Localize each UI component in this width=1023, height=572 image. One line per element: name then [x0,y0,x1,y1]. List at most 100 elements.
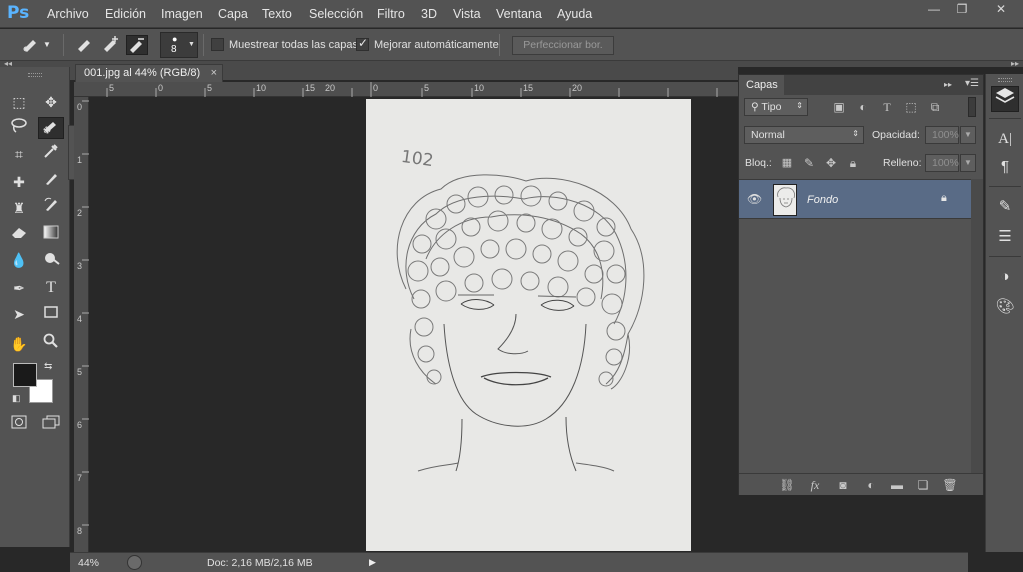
chevron-down-icon[interactable]: ▼ [40,35,54,55]
dodge-icon[interactable] [38,249,64,271]
menu-capa[interactable]: Capa [218,7,248,21]
layers-icon[interactable] [991,86,1019,112]
menu-imagen[interactable]: Imagen [161,7,203,21]
lock-transparent-icon[interactable]: ▦ [779,155,795,171]
options-bar: ▼ ● 8 ▼ Muestrear todas las capas Mejora… [0,29,1023,61]
menu-filtro[interactable]: Filtro [377,7,405,21]
new-layer-icon[interactable]: ❏ [915,477,931,493]
visibility-eye-icon[interactable]: 👁︎ [747,192,762,206]
new-selection-icon[interactable] [74,35,96,55]
fx-icon[interactable]: fx [807,477,823,493]
status-info-icon[interactable] [127,555,142,570]
filter-type-icon[interactable]: T [879,99,895,115]
mask-icon[interactable]: ◙ [835,477,851,493]
layer-row[interactable]: 👁︎ Fondo 🔒︎ [739,179,971,219]
document-tab-title: 001.jpg al 44% (RGB/8) [84,67,201,79]
sample-all-layers-checkbox[interactable] [211,38,224,51]
group-icon[interactable]: ▬ [889,477,905,493]
quick-mask-icon[interactable] [6,413,32,435]
hand-icon[interactable]: ✋ [6,333,32,355]
eraser-icon[interactable] [6,223,32,245]
expand-icon[interactable]: ▸▸ [1011,59,1019,68]
layer-thumbnail [773,184,797,216]
chevron-down-icon[interactable]: ▼ [960,126,976,144]
adjustment-layer-icon[interactable]: ◐ [863,477,879,493]
brush-icon[interactable] [38,171,64,193]
adjustments-icon[interactable]: ☰ [991,224,1019,250]
quick-selection-icon[interactable] [38,117,64,139]
gradient-icon[interactable] [38,223,64,245]
menu-edicion[interactable]: Edición [105,7,146,21]
marquee-icon[interactable]: ⬚ [6,91,32,113]
subtract-selection-icon[interactable] [126,35,148,55]
eyedropper-icon[interactable] [38,143,64,165]
zoom-level[interactable]: 44% [78,557,99,569]
fill-input[interactable]: 100% [925,154,959,172]
layers-footer: ⛓ fx ◙ ◐ ▬ ❏ 🗑︎ [739,473,983,495]
foreground-color-swatch[interactable] [13,363,37,387]
rectangle-icon[interactable] [38,303,64,325]
minimize-button[interactable]: — [920,1,948,19]
document-tab[interactable]: 001.jpg al 44% (RGB/8) × [75,64,223,82]
path-selection-icon[interactable]: ➤ [6,303,32,325]
restore-button[interactable]: ❐ [948,1,976,19]
tool-preset-icon[interactable] [20,35,42,55]
blur-icon[interactable]: 💧 [6,249,32,271]
stepper-icon: ⇕ [852,129,859,138]
crop-icon[interactable]: ⌗ [6,143,32,165]
pen-icon[interactable]: ✒ [6,277,32,299]
lock-all-icon[interactable]: 🔒︎ [845,155,861,171]
layer-filter-select[interactable]: ⚲ Tipo ⇕ [744,98,808,116]
refine-edge-button[interactable]: Perfeccionar bor. [512,36,614,55]
layers-scrollbar[interactable] [971,179,983,473]
menu-seleccion[interactable]: Selección [309,7,363,21]
history-brush-icon[interactable] [38,197,64,219]
close-icon[interactable]: × [211,67,217,79]
toolbox: ⬚ ✥ ⌗ ✚ ♜ 💧 ✒ T ➤ ✋ ⇆ ◧ [0,67,70,547]
lock-position-icon[interactable]: ✥ [823,155,839,171]
filter-smart-object-icon[interactable]: ⧉ [927,99,943,115]
layer-name[interactable]: Fondo [807,194,838,206]
filter-adjustment-icon[interactable]: ◐ [855,99,871,115]
document-image[interactable]: 102 [366,99,691,551]
filter-pixel-icon[interactable]: ▣ [831,99,847,115]
lasso-icon[interactable] [6,117,32,139]
opacity-input[interactable]: 100% [925,126,959,144]
type-icon[interactable]: T [38,277,64,299]
divider [989,118,1021,119]
default-colors-icon[interactable]: ◧ [12,393,21,404]
brush-size-picker[interactable]: ● 8 ▼ [160,32,198,58]
screen-mode-icon[interactable] [38,413,64,435]
panel-menu-icon[interactable]: ▾☰ [965,78,979,89]
collapse-icon[interactable]: ▸▸ [944,80,952,89]
character-icon[interactable]: A| [991,126,1019,152]
menu-vista[interactable]: Vista [453,7,481,21]
blend-mode-select[interactable]: Normal ⇕ [744,126,864,144]
swatches-icon[interactable]: 🎨︎ [991,294,1019,320]
chevron-down-icon[interactable]: ▼ [960,154,976,172]
filter-shape-icon[interactable]: ⬚ [903,99,919,115]
zoom-icon[interactable] [38,333,64,355]
add-selection-icon[interactable] [100,35,122,55]
close-button[interactable]: ✕ [983,1,1019,19]
vertical-ruler: 0 1 2 3 4 5 6 7 8 [74,97,89,552]
brush-presets-icon[interactable]: ✎ [991,194,1019,220]
lock-image-icon[interactable]: ✎ [801,155,817,171]
paragraph-icon[interactable]: ¶ [991,154,1019,180]
swap-colors-icon[interactable]: ⇆ [44,361,52,372]
menu-ayuda[interactable]: Ayuda [557,7,592,21]
auto-enhance-checkbox[interactable] [356,36,369,51]
menu-ventana[interactable]: Ventana [496,7,542,21]
filter-toggle[interactable] [968,97,976,117]
menu-3d[interactable]: 3D [421,7,437,21]
tab-layers[interactable]: Capas [739,75,784,95]
menu-texto[interactable]: Texto [262,7,292,21]
chevron-right-icon[interactable]: ▶ [369,557,376,568]
styles-icon[interactable]: ◑ [991,264,1019,290]
menu-archivo[interactable]: Archivo [47,7,89,21]
move-icon[interactable]: ✥ [38,91,64,113]
clone-stamp-icon[interactable]: ♜ [6,197,32,219]
healing-brush-icon[interactable]: ✚ [6,171,32,193]
trash-icon[interactable]: 🗑︎ [942,477,958,493]
link-icon[interactable]: ⛓ [779,477,795,493]
